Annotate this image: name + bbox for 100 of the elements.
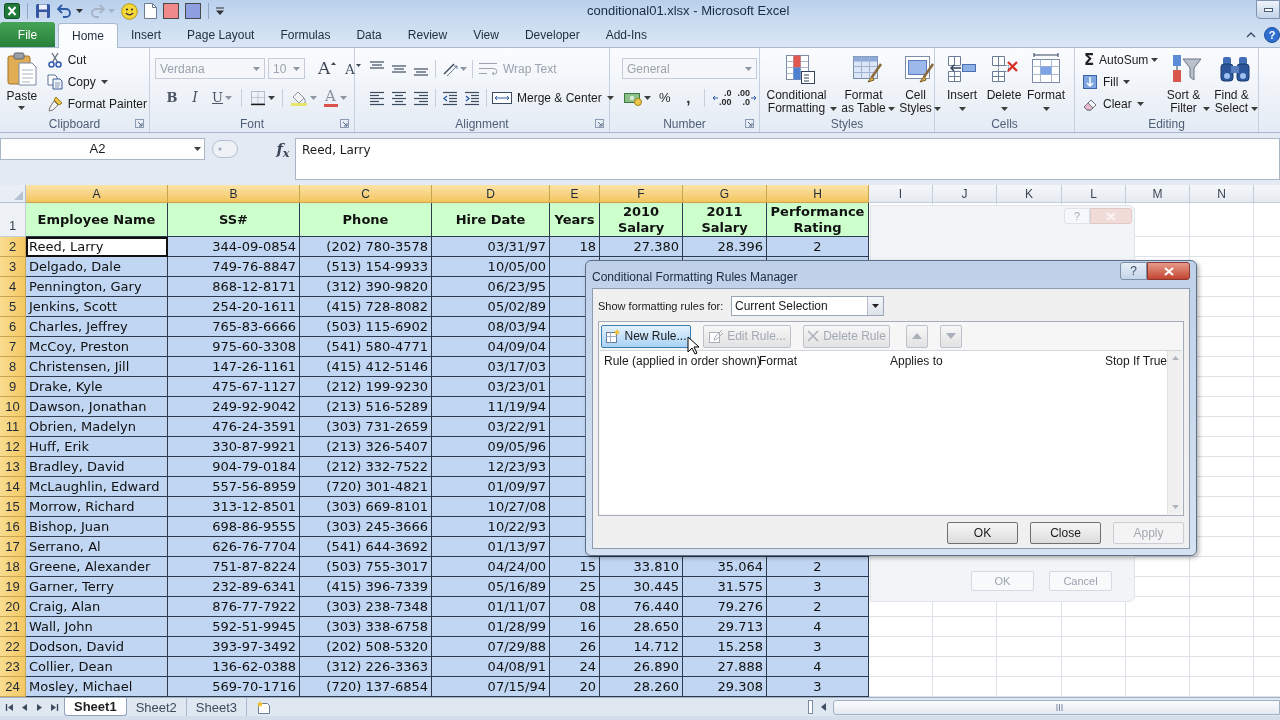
increase-decimal-button[interactable]: .0 .00 <box>709 87 734 108</box>
row-header[interactable]: 12 <box>0 437 26 457</box>
color-swatch-icon[interactable] <box>185 3 201 19</box>
column-header[interactable]: M <box>1126 185 1190 203</box>
color-swatch-icon[interactable] <box>163 3 179 19</box>
paste-button[interactable]: Paste <box>5 48 39 112</box>
merge-center-button[interactable]: Merge & Center <box>490 86 616 109</box>
clear-button[interactable]: Clear <box>1080 93 1162 115</box>
minimize-button[interactable] <box>1256 0 1280 19</box>
copy-button[interactable]: Copy <box>44 71 149 93</box>
dialog-launcher-icon[interactable] <box>595 119 604 128</box>
list-column-header[interactable]: Applies to <box>890 352 1105 370</box>
row-header[interactable]: 3 <box>0 257 26 277</box>
insert-function-button[interactable]: f$_{x}$ <box>273 138 293 160</box>
decrease-decimal-button[interactable]: .00 .0 <box>735 87 759 108</box>
ribbon-tab[interactable]: Add-Ins <box>592 22 660 47</box>
close-button[interactable] <box>1147 262 1190 280</box>
ribbon-tab[interactable]: Developer <box>511 22 593 47</box>
formula-input[interactable]: Reed, Larry <box>295 138 1280 180</box>
column-header[interactable]: G <box>683 185 767 203</box>
comma-style-button[interactable]: , <box>677 87 699 108</box>
dialog-button[interactable]: Close <box>1030 522 1101 544</box>
help-button[interactable]: ? <box>1264 26 1280 43</box>
dialog-button[interactable]: OK <box>947 522 1018 544</box>
column-header[interactable]: J <box>933 185 997 203</box>
name-box[interactable]: A2 <box>0 138 205 160</box>
row-header[interactable]: 17 <box>0 537 26 557</box>
format-painter-button[interactable]: Format Painter <box>44 93 149 115</box>
sort-filter-button[interactable]: Sort & Filter <box>1162 48 1212 114</box>
insert-sheet-icon[interactable] <box>256 700 273 714</box>
column-header[interactable]: F <box>600 185 683 203</box>
first-sheet-icon[interactable] <box>5 702 14 712</box>
file-tab[interactable]: File <box>0 22 55 47</box>
column-header[interactable]: A <box>26 185 168 203</box>
list-column-header[interactable]: Stop If True <box>1105 352 1168 370</box>
insert-button[interactable]: Insert <box>941 48 983 114</box>
row-header[interactable]: 7 <box>0 337 26 357</box>
grow-font-button[interactable]: A <box>318 58 337 79</box>
row-header[interactable]: 4 <box>0 277 26 297</box>
row-header[interactable]: 20 <box>0 597 26 617</box>
undo-icon[interactable] <box>57 3 73 19</box>
italic-button[interactable]: I <box>184 87 206 108</box>
row-header[interactable]: 18 <box>0 557 26 577</box>
splitter-handle-icon[interactable] <box>808 700 813 714</box>
smiley-icon[interactable] <box>121 2 138 20</box>
row-header[interactable]: 15 <box>0 497 26 517</box>
column-header[interactable]: B <box>168 185 300 203</box>
row-header[interactable]: 24 <box>0 677 26 697</box>
row-header[interactable]: 1 <box>0 203 26 237</box>
cut-button[interactable]: Cut <box>44 49 149 71</box>
fill-button[interactable]: Fill <box>1080 71 1162 93</box>
new-rule-button[interactable]: New Rule... <box>601 324 691 348</box>
row-header[interactable]: 13 <box>0 457 26 477</box>
previous-sheet-icon[interactable] <box>20 702 29 712</box>
ribbon-tab[interactable]: View <box>460 22 512 47</box>
row-header[interactable]: 23 <box>0 657 26 677</box>
horizontal-scrollbar-thumb[interactable] <box>833 699 1280 715</box>
vertical-scrollbar[interactable] <box>1167 351 1182 514</box>
resize-handle-icon[interactable] <box>212 140 238 158</box>
percent-style-button[interactable]: % <box>654 87 676 108</box>
dropdown-button[interactable] <box>867 297 883 315</box>
underline-button[interactable]: U <box>207 87 237 108</box>
column-header[interactable]: I <box>869 185 933 203</box>
spreadsheet-app-icon[interactable] <box>4 3 20 19</box>
customize-toolbar-icon[interactable] <box>216 7 224 15</box>
format-button[interactable]: Format <box>1025 48 1067 114</box>
row-header[interactable]: 9 <box>0 377 26 397</box>
help-button[interactable]: ? <box>1120 262 1147 280</box>
ribbon-tab[interactable]: Insert <box>118 22 175 47</box>
format-as-table-button[interactable]: Format as Table <box>838 48 896 114</box>
ribbon-tab[interactable]: Home <box>58 23 118 48</box>
ribbon-tab[interactable]: Formulas <box>267 22 344 47</box>
blank-page-icon[interactable] <box>144 3 157 19</box>
list-column-header[interactable]: Rule (applied in order shown) <box>604 352 759 370</box>
row-header[interactable]: 16 <box>0 517 26 537</box>
row-header[interactable]: 6 <box>0 317 26 337</box>
row-header[interactable]: 19 <box>0 577 26 597</box>
column-header[interactable]: L <box>1062 185 1126 203</box>
ribbon-tab[interactable]: Data <box>343 22 395 47</box>
minimize-ribbon-icon[interactable] <box>1246 31 1256 38</box>
column-header[interactable]: N <box>1190 185 1254 203</box>
row-header[interactable]: 21 <box>0 617 26 637</box>
column-header[interactable]: D <box>432 185 550 203</box>
column-header[interactable]: C <box>300 185 432 203</box>
find-select-button[interactable]: Find & Select <box>1212 48 1258 114</box>
column-header[interactable]: H <box>767 185 869 203</box>
column-header[interactable]: E <box>550 185 600 203</box>
dialog-launcher-icon[interactable] <box>745 119 754 128</box>
last-sheet-icon[interactable] <box>50 702 59 712</box>
row-header[interactable]: 14 <box>0 477 26 497</box>
delete-button[interactable]: Delete <box>983 48 1025 114</box>
row-header[interactable]: 11 <box>0 417 26 437</box>
column-header[interactable]: K <box>997 185 1062 203</box>
scope-select[interactable]: Current Selection <box>731 296 884 316</box>
save-icon[interactable] <box>35 3 51 19</box>
dialog-launcher-icon[interactable] <box>340 119 349 128</box>
ribbon-tab[interactable]: Page Layout <box>174 22 268 47</box>
list-column-header[interactable]: Format <box>759 352 890 370</box>
row-header[interactable]: 2 <box>0 237 26 257</box>
row-header[interactable]: 5 <box>0 297 26 317</box>
